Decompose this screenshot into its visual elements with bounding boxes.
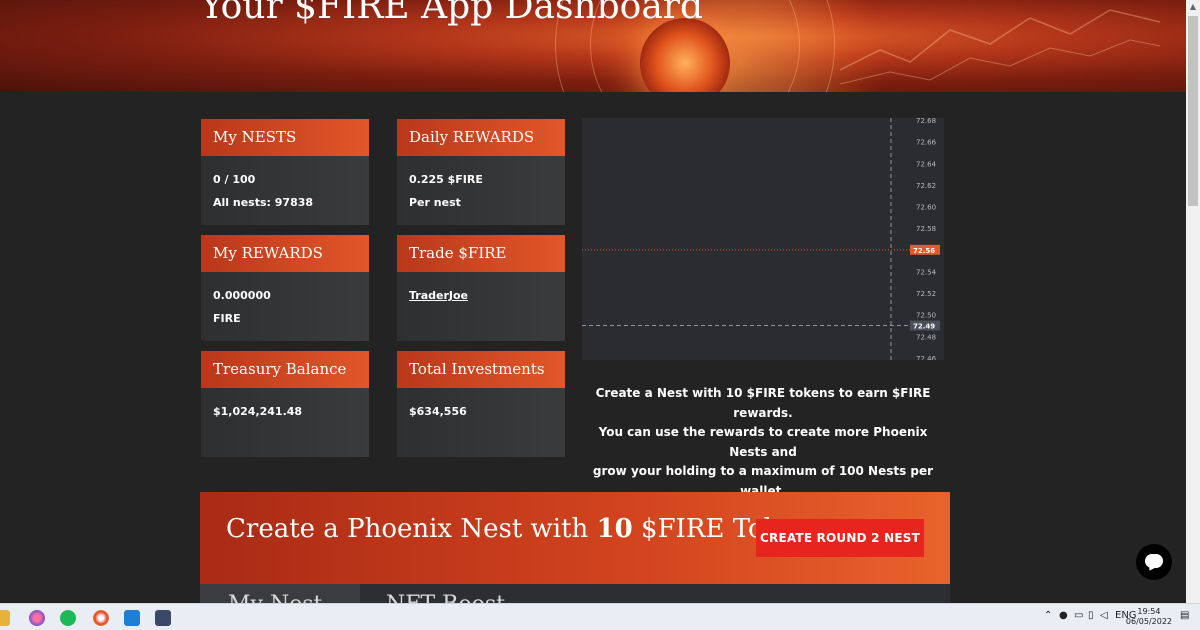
total-investments-card: Total Investments $634,556 [397,351,565,457]
all-nests-count: All nests: 97838 [213,196,314,209]
create-round-2-nest-button[interactable]: CREATE ROUND 2 NEST [756,519,924,557]
daily-rewards-card: Daily REWARDS 0.225 $FIRE Per nest [397,119,565,225]
y-tick-label: 72.58 [916,225,936,233]
page-scrollbar[interactable]: ▲ [1186,0,1200,603]
clock-date: 06/05/2022 [1125,617,1172,626]
card-title: My NESTS [201,119,369,156]
rewards-value: 0.000000 [213,289,271,302]
system-clock[interactable]: 19:54 06/05/2022 [1126,607,1172,627]
banner-title-pre: Create a Phoenix Nest with [226,514,597,544]
description-line: Create a Nest with 10 $FIRE tokens to ea… [595,386,931,420]
y-tick-label: 72.52 [916,290,936,298]
browser-icon[interactable] [93,610,109,626]
y-tick-label: 72.62 [916,182,936,190]
page-title: Your $FIRE App Dashboard [200,0,704,27]
nest-tabs: My Nest NFT Boost [200,584,950,617]
chat-app-icon[interactable] [29,610,45,626]
hero-banner: Your $FIRE App Dashboard [0,0,1200,92]
notification-icon[interactable]: ▤ [1180,610,1189,621]
card-title: Trade $FIRE [397,235,565,272]
banner-title-bold: 10 [596,514,633,544]
os-taskbar: ⌃ ● ▭ ▯ ◁ ENG 19:54 06/05/2022 ▤ [0,603,1200,630]
price-marker-label: 72.56 [913,247,935,255]
description-line: You can use the rewards to create more P… [598,425,928,459]
tray-chevron-icon[interactable]: ⌃ [1044,610,1052,621]
create-nest-banner: Create a Phoenix Nest with 10 $FIRE Toke… [200,492,950,584]
banner-title: Create a Phoenix Nest with 10 $FIRE Toke… [226,514,825,544]
y-tick-label: 72.54 [916,268,937,276]
calculator-icon[interactable] [155,610,171,626]
investments-value: $634,556 [409,405,467,418]
y-tick-label: 72.48 [916,333,936,341]
y-tick-label: 72.68 [916,118,936,125]
microphone-icon[interactable]: ● [1059,610,1068,621]
scroll-thumb[interactable] [1188,16,1198,206]
price-chart-svg: 72.68 72.66 72.64 72.62 72.60 72.58 72.56 72.54… [582,118,940,360]
hero-decoration [840,9,1160,85]
clock-time: 19:54 [1137,607,1161,616]
rewards-unit: FIRE [213,312,241,325]
traderjoe-link[interactable]: TraderJoe [409,289,468,302]
nests-count: 0 / 100 [213,173,256,186]
y-tick-label: 72.60 [916,204,936,212]
twitter-icon[interactable] [124,610,140,626]
card-title: My REWARDS [201,235,369,272]
card-title: Treasury Balance [201,351,369,388]
y-tick-label: 72.66 [916,139,937,147]
scroll-up-icon[interactable]: ▲ [1186,0,1200,14]
card-title: Daily REWARDS [397,119,565,156]
crosshair-marker-label: 72.49 [913,323,935,331]
folder-icon[interactable] [0,610,10,626]
trade-fire-card: Trade $FIRE TraderJoe [397,235,565,341]
y-tick-label: 72.46 [916,355,937,360]
volume-icon[interactable]: ◁ [1100,610,1108,621]
chat-button[interactable] [1136,544,1172,580]
y-tick-label: 72.64 [916,160,937,168]
card-title: Total Investments [397,351,565,388]
my-nests-card: My NESTS 0 / 100 All nests: 97838 [201,119,369,225]
my-rewards-card: My REWARDS 0.000000 FIRE [201,235,369,341]
tab-my-nest[interactable]: My Nest [200,584,360,617]
daily-reward-value: 0.225 $FIRE [409,173,483,186]
nest-description: Create a Nest with 10 $FIRE tokens to ea… [582,384,944,501]
y-tick-label: 72.50 [916,312,936,320]
network-icon[interactable]: ▭ [1074,610,1083,621]
spotify-icon[interactable] [60,610,76,626]
battery-icon[interactable]: ▯ [1088,610,1094,621]
treasury-balance-card: Treasury Balance $1,024,241.48 [201,351,369,457]
daily-reward-unit: Per nest [409,196,461,209]
treasury-value: $1,024,241.48 [213,405,303,418]
price-chart[interactable]: 72.68 72.66 72.64 72.62 72.60 72.58 72.56 72.54… [582,118,944,360]
